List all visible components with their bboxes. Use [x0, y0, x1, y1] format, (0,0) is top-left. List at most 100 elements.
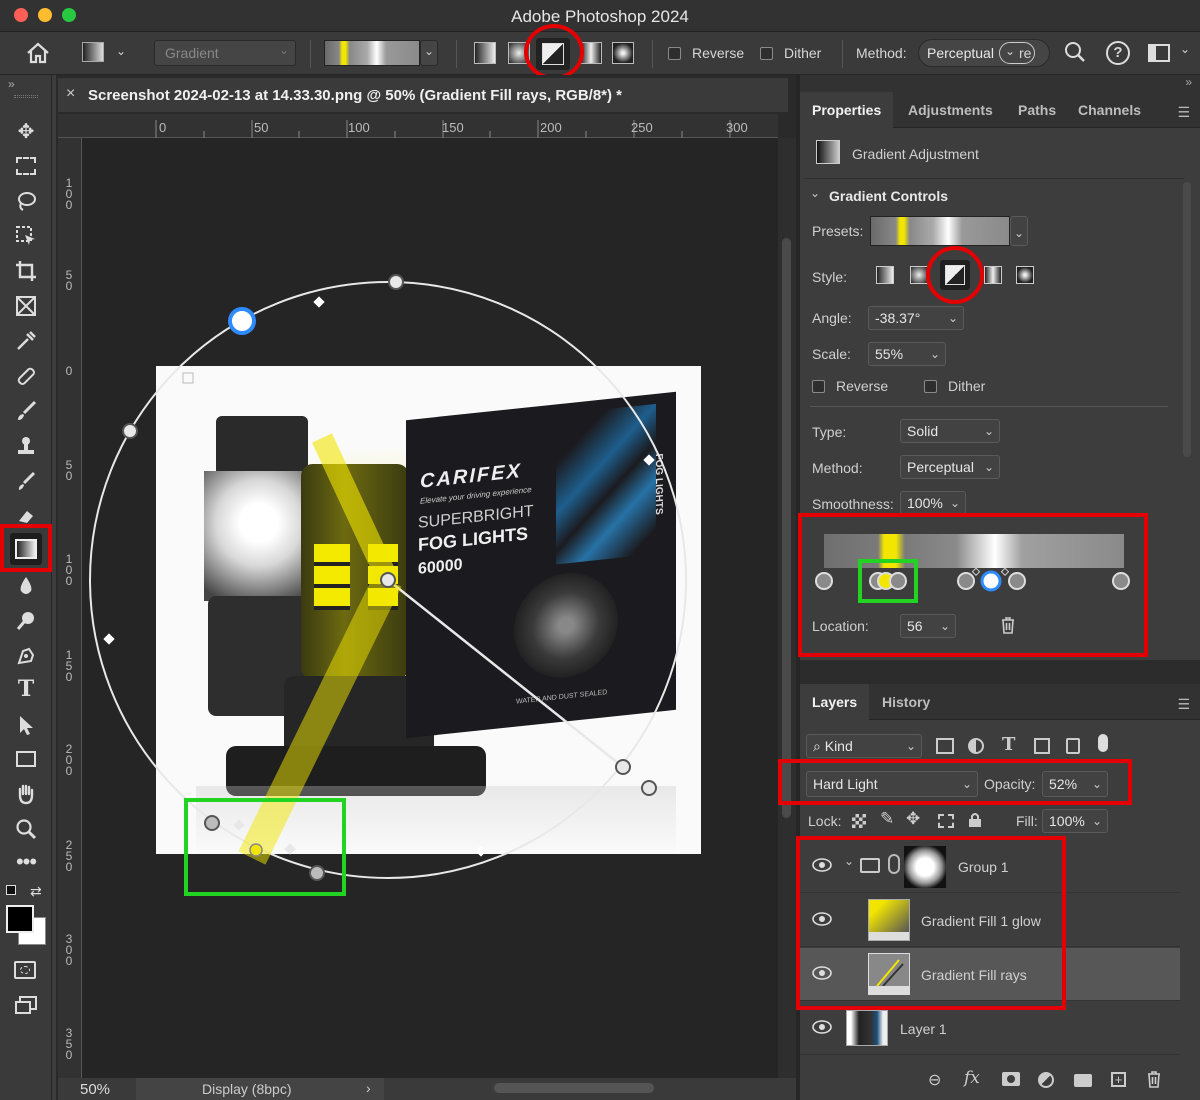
angle-field[interactable]: -38.37° ⌄: [868, 306, 964, 330]
ruler-tick-label: 2 0 0: [65, 742, 73, 778]
path-selection-tool-icon[interactable]: [12, 711, 40, 739]
horizontal-scroll-thumb[interactable]: [494, 1083, 654, 1093]
diamond-gradient-icon[interactable]: [612, 42, 634, 64]
lock-pixels-icon[interactable]: ✎: [880, 809, 894, 829]
history-brush-tool-icon[interactable]: [12, 467, 40, 495]
gradient-tool-preset-icon[interactable]: [82, 42, 104, 62]
quick-mask-icon[interactable]: [14, 961, 36, 979]
dither-checkbox-panel[interactable]: [924, 380, 937, 393]
zoom-tool-icon[interactable]: [12, 815, 40, 843]
healing-brush-tool-icon[interactable]: [12, 362, 40, 390]
help-icon[interactable]: ?: [1106, 41, 1130, 65]
gradient-mode-select[interactable]: Gradient ⌄: [154, 40, 296, 66]
method-dropdown-panel[interactable]: Perceptual ⌄: [900, 455, 1000, 479]
close-document-icon[interactable]: ×: [66, 85, 75, 103]
chevron-down-icon[interactable]: ⌄: [116, 44, 126, 58]
presets-gradient-preview[interactable]: [870, 216, 1010, 246]
tab-properties[interactable]: Properties: [800, 92, 894, 128]
layer-kind-filter[interactable]: ⌕ Kind ⌄: [806, 734, 922, 758]
filter-shape-icon[interactable]: [1034, 738, 1050, 754]
reverse-checkbox[interactable]: [668, 47, 681, 60]
tab-channels[interactable]: Channels: [1066, 92, 1153, 128]
gradient-controls-heading[interactable]: Gradient Controls: [829, 188, 948, 204]
vertical-scroll-thumb[interactable]: [782, 238, 791, 818]
layer-thumbnail[interactable]: [846, 1010, 888, 1046]
object-selection-tool-icon[interactable]: [12, 222, 40, 250]
filter-type-icon[interactable]: T: [1002, 734, 1015, 755]
more-tools-icon[interactable]: •••: [12, 848, 40, 876]
properties-scroll-thumb[interactable]: [1183, 182, 1191, 457]
tab-paths[interactable]: Paths: [1006, 92, 1068, 128]
filter-pixel-icon[interactable]: [936, 738, 954, 754]
filter-smart-object-icon[interactable]: [1066, 738, 1080, 754]
new-adjustment-layer-icon[interactable]: [1038, 1072, 1054, 1088]
vertical-scrollbar[interactable]: [778, 138, 796, 1078]
lock-all-icon[interactable]: [968, 812, 982, 828]
fill-field[interactable]: 100% ⌄: [1042, 809, 1108, 833]
gradient-picker-toggle[interactable]: ⌄: [420, 40, 438, 66]
collapse-panel-icon[interactable]: »: [8, 77, 15, 91]
marquee-tool-icon[interactable]: [12, 152, 40, 180]
link-layers-icon[interactable]: ⊖: [928, 1070, 941, 1090]
ruler-tick-label: 300: [726, 120, 748, 135]
linear-gradient-icon[interactable]: [474, 42, 496, 64]
reverse-checkbox-panel[interactable]: [812, 380, 825, 393]
swap-colors-icon[interactable]: ⇄: [30, 883, 42, 900]
options-gradient-preview[interactable]: [324, 40, 420, 66]
presets-dropdown[interactable]: ⌄: [1010, 216, 1028, 246]
move-tool-icon[interactable]: ✥: [12, 117, 40, 145]
tab-layers[interactable]: Layers: [800, 684, 870, 720]
frame-tool-icon[interactable]: [12, 292, 40, 320]
layer-name: Layer 1: [900, 1021, 947, 1037]
foreground-color-swatch[interactable]: [6, 905, 34, 933]
filter-adjustment-icon[interactable]: [968, 738, 984, 754]
type-dropdown[interactable]: Solid ⌄: [900, 419, 1000, 443]
panel-menu-icon[interactable]: ☰: [1177, 104, 1190, 121]
visibility-eye-icon[interactable]: [812, 1020, 832, 1034]
gradient-overlay[interactable]: [82, 138, 778, 1078]
status-info-field[interactable]: Display (8bpc) ›: [136, 1078, 384, 1100]
type-tool-icon[interactable]: T: [12, 675, 40, 703]
tab-adjustments[interactable]: Adjustments: [896, 92, 1005, 128]
tab-history[interactable]: History: [870, 684, 942, 720]
default-colors-icon[interactable]: [6, 885, 16, 895]
eyedropper-tool-icon[interactable]: [12, 327, 40, 355]
dither-checkbox[interactable]: [760, 47, 773, 60]
workspace-icon[interactable]: [1148, 44, 1170, 62]
smoothness-field[interactable]: 100% ⌄: [900, 491, 966, 515]
ruler-tick-label: 5 0: [65, 458, 73, 483]
expand-panel-icon[interactable]: »: [1185, 75, 1192, 89]
new-group-icon[interactable]: [1074, 1074, 1092, 1087]
canvas-area[interactable]: CARIFEX Elevate your driving experience …: [82, 138, 778, 1078]
lasso-tool-icon[interactable]: [12, 187, 40, 215]
chevron-down-icon[interactable]: ⌄: [810, 186, 820, 200]
panel-menu-icon[interactable]: ☰: [1177, 696, 1190, 713]
pen-tool-icon[interactable]: [12, 642, 40, 670]
lock-artboard-icon[interactable]: [938, 814, 954, 828]
delete-layer-icon[interactable]: [1146, 1070, 1162, 1091]
linear-style-icon[interactable]: [876, 266, 894, 284]
filter-toggle[interactable]: [1098, 734, 1108, 752]
hand-tool-icon[interactable]: [12, 780, 40, 808]
search-icon[interactable]: [1064, 41, 1086, 66]
screen-mode-icon[interactable]: [14, 995, 38, 1020]
rectangle-tool-icon[interactable]: [12, 745, 40, 773]
zoom-level[interactable]: 50%: [80, 1081, 110, 1098]
lock-position-icon[interactable]: ✥: [906, 809, 920, 829]
crop-tool-icon[interactable]: [12, 257, 40, 285]
add-mask-icon[interactable]: [1002, 1072, 1020, 1086]
brush-tool-icon[interactable]: [12, 397, 40, 425]
diamond-style-icon[interactable]: [1016, 266, 1034, 284]
fx-icon[interactable]: fx: [964, 1068, 980, 1088]
document-tab[interactable]: × Screenshot 2024-02-13 at 14.33.30.png …: [58, 78, 788, 112]
clone-stamp-tool-icon[interactable]: [12, 432, 40, 460]
lock-transparent-icon[interactable]: [852, 814, 866, 828]
reflected-style-icon[interactable]: [984, 266, 1002, 284]
chevron-down-icon[interactable]: ⌄: [1180, 42, 1190, 56]
method-select[interactable]: Perceptual ⌄ re: [918, 39, 1050, 67]
dodge-tool-icon[interactable]: [12, 607, 40, 635]
blur-tool-icon[interactable]: [12, 572, 40, 600]
scale-field[interactable]: 55% ⌄: [868, 342, 946, 366]
home-icon[interactable]: [26, 42, 50, 67]
new-layer-icon[interactable]: +: [1111, 1072, 1126, 1087]
